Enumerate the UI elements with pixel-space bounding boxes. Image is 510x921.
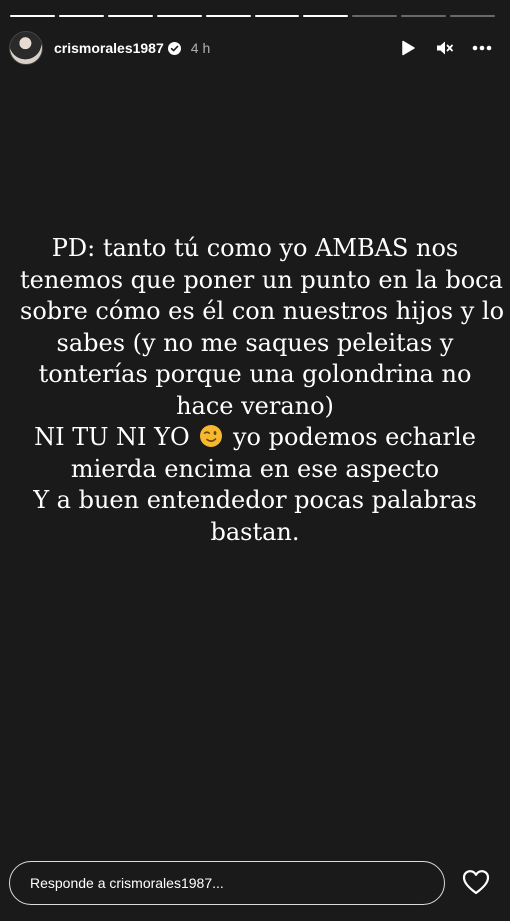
caption-line: tenemos que poner un punto en la boca bbox=[20, 265, 503, 294]
progress-segment bbox=[303, 15, 349, 17]
story-text: PD: tanto tú como yo AMBAS nos tenemos q… bbox=[20, 233, 505, 548]
caption-line: bastan. bbox=[210, 517, 300, 546]
caption-line: PD: tanto tú como yo AMBAS nos bbox=[51, 234, 459, 262]
caption-line: hace verano) bbox=[176, 391, 334, 420]
caption-line: Y a buen entendedor pocas palabras bbox=[33, 486, 477, 514]
play-icon[interactable] bbox=[398, 38, 418, 58]
more-horizontal-icon[interactable] bbox=[472, 38, 492, 58]
reply-input[interactable]: Responde a crismorales1987... bbox=[9, 861, 445, 905]
reply-placeholder: Responde a crismorales1987... bbox=[30, 875, 224, 891]
story-viewer: crismorales1987 4 h PD: tanto tú como yo… bbox=[0, 0, 510, 921]
post-time: 4 h bbox=[190, 40, 211, 56]
progress-segment bbox=[58, 15, 104, 17]
winking-face-emoji bbox=[199, 424, 223, 448]
progress-segment bbox=[10, 15, 55, 17]
story-progress-bar bbox=[10, 15, 496, 17]
caption-line-part: yo podemos echarle bbox=[232, 423, 476, 451]
caption-line-part: NI TU NI YO bbox=[34, 423, 190, 451]
caption-line: sobre cómo es él con nuestros hijos y lo bbox=[20, 297, 505, 325]
progress-segment bbox=[205, 15, 251, 17]
avatar[interactable] bbox=[9, 31, 43, 65]
verified-badge-icon bbox=[167, 41, 181, 55]
progress-segment bbox=[401, 15, 447, 17]
progress-segment bbox=[107, 15, 153, 17]
progress-segment bbox=[254, 15, 300, 17]
story-header: crismorales1987 4 h bbox=[9, 31, 492, 65]
progress-segment bbox=[450, 15, 496, 17]
progress-segment bbox=[352, 15, 398, 17]
story-controls bbox=[398, 38, 492, 58]
caption-line: sabes (y no me saques peleitas y bbox=[56, 328, 454, 357]
progress-segment bbox=[156, 15, 202, 17]
username[interactable]: crismorales1987 bbox=[54, 40, 164, 56]
caption-line-with-emoji: NI TU NI YO yo podemos echarle bbox=[20, 422, 490, 454]
caption-line: mierda encima en ese aspecto bbox=[70, 454, 440, 483]
caption-line: tonterías porque una golondrina no bbox=[38, 360, 472, 388]
heart-icon[interactable] bbox=[462, 869, 490, 895]
muted-speaker-icon[interactable] bbox=[435, 38, 455, 58]
